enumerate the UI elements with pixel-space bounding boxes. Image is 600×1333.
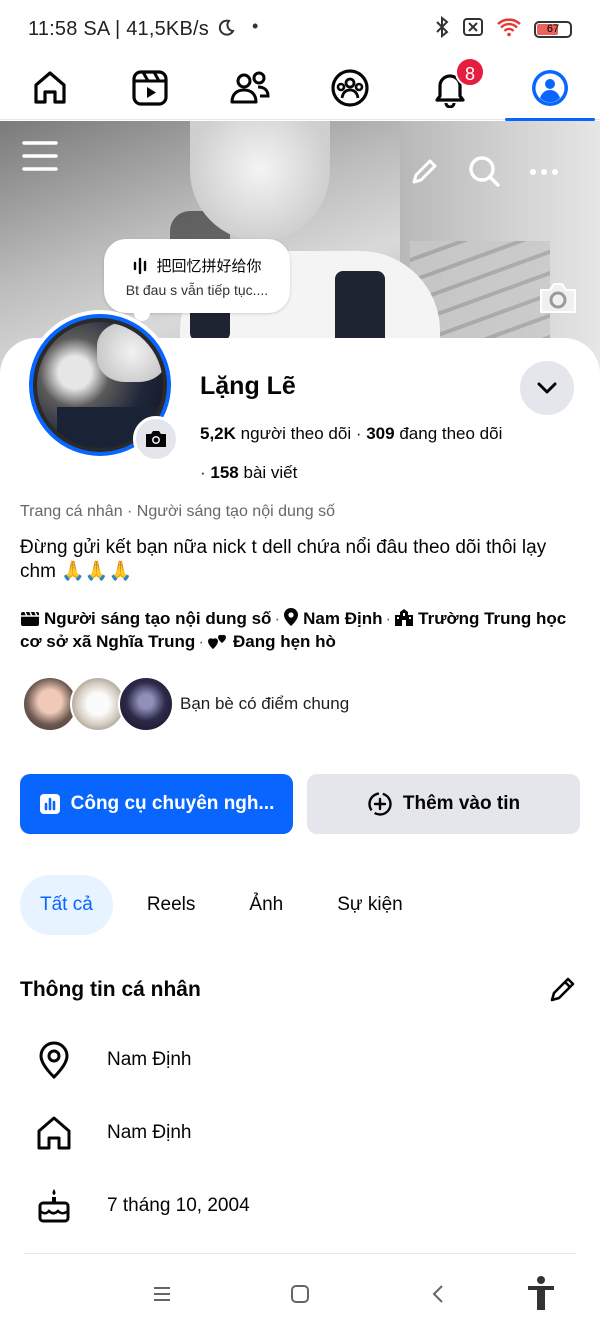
professional-tools-label: Công cụ chuyên ngh... <box>70 793 275 814</box>
avatar-camera-button[interactable] <box>133 416 179 462</box>
tab-events[interactable]: Sự kiện <box>317 875 423 935</box>
friends-icon <box>230 71 270 104</box>
detail-location: Nam Định <box>303 609 383 628</box>
camera-icon <box>146 431 166 447</box>
sim-off-icon <box>462 17 484 42</box>
tab-all[interactable]: Tất cả <box>20 875 113 935</box>
cover-camera-icon[interactable] <box>534 278 582 318</box>
more-options-icon[interactable] <box>526 160 562 184</box>
note-subtitle: Bt đau s vẫn tiếp tục.... <box>125 282 269 298</box>
add-circle-icon <box>368 792 392 816</box>
back-icon[interactable] <box>418 1276 458 1312</box>
note-title: 把回忆拼好给你 <box>156 257 262 275</box>
following-count[interactable]: 309 <box>366 424 394 443</box>
battery-icon: 67 <box>534 21 572 38</box>
groups-icon <box>331 69 369 107</box>
posts-count: 158 <box>210 463 239 482</box>
hometown-value: Nam Định <box>107 1122 192 1143</box>
tab-photos[interactable]: Ảnh <box>229 875 303 935</box>
location-pin-icon <box>39 1041 69 1079</box>
location-pin-icon <box>284 608 299 626</box>
content-filter-tabs: Tất cả Reels Ảnh Sự kiện <box>20 875 437 935</box>
school-icon <box>395 609 414 626</box>
status-dot: • <box>252 16 259 36</box>
hearts-icon <box>208 634 226 649</box>
menu-icon[interactable] <box>20 136 60 176</box>
professional-tools-button[interactable]: Công cụ chuyên ngh... <box>20 774 293 834</box>
detail-creator: Người sáng tạo nội dung số <box>44 609 272 628</box>
moon-icon <box>216 18 236 43</box>
info-row-hometown: Nam Định <box>34 1111 574 1155</box>
profile-dropdown-button[interactable] <box>520 361 574 415</box>
search-icon[interactable] <box>465 152 503 190</box>
mutual-friend-avatar <box>118 676 174 732</box>
mutual-friends-label: Bạn bè có điểm chung <box>180 694 350 713</box>
reels-icon <box>132 70 168 106</box>
clapperboard-icon <box>21 611 39 626</box>
add-to-story-label: Thêm vào tin <box>402 793 521 814</box>
status-time: 11:58 SA | 41,5KB/s <box>28 18 209 40</box>
current-city-value: Nam Định <box>107 1049 192 1070</box>
profile-category: Trang cá nhân · Người sáng tạo nội dung … <box>20 503 336 520</box>
chevron-down-icon <box>537 382 557 394</box>
recent-apps-icon[interactable] <box>142 1276 182 1312</box>
tab-profile[interactable] <box>500 56 600 121</box>
tab-home[interactable] <box>0 56 100 120</box>
edit-pencil-icon[interactable] <box>406 154 442 190</box>
top-nav: 8 <box>0 56 600 121</box>
info-row-current-city: Nam Định <box>34 1038 574 1082</box>
system-navigation-bar <box>0 1254 600 1333</box>
profile-details: Người sáng tạo nội dung số · Nam Định · Trườ… <box>20 608 567 651</box>
personal-info-title: Thông tin cá nhân <box>20 978 201 1001</box>
follow-stats: 5,2K người theo dõi · 309 đang theo dõi <box>200 424 503 443</box>
tab-notifications[interactable]: 8 <box>400 56 500 120</box>
profile-bio: Đừng gửi kết bạn nữa nick t dell chứa nổ… <box>20 537 547 582</box>
bar-chart-icon <box>39 794 60 814</box>
birthday-value: 7 tháng 10, 2004 <box>107 1195 250 1216</box>
tab-reels[interactable] <box>100 56 200 120</box>
profile-name: Lặng Lẽ <box>200 372 296 400</box>
tab-friends[interactable] <box>200 56 300 120</box>
wifi-icon <box>496 17 522 42</box>
tab-reels[interactable]: Reels <box>127 875 216 935</box>
bluetooth-icon <box>434 15 450 43</box>
posts-label: bài viết <box>243 463 298 482</box>
followers-label[interactable]: người theo dõi <box>241 424 351 443</box>
birthday-cake-icon <box>38 1189 70 1223</box>
following-label[interactable]: đang theo dõi <box>399 424 502 443</box>
status-bar: 11:58 SA | 41,5KB/s • 67 <box>0 0 600 56</box>
profile-note[interactable]: 把回忆拼好给你 Bt đau s vẫn tiếp tục.... <box>104 239 290 321</box>
accessibility-icon[interactable] <box>520 1272 562 1314</box>
home-icon <box>34 71 66 104</box>
followers-count[interactable]: 5,2K <box>200 424 236 443</box>
info-row-birthday: 7 tháng 10, 2004 <box>34 1184 574 1228</box>
profile-icon <box>532 70 568 106</box>
tab-groups[interactable] <box>300 56 400 120</box>
add-to-story-button[interactable]: Thêm vào tin <box>307 774 580 834</box>
home-button-icon[interactable] <box>280 1276 320 1312</box>
notifications-badge: 8 <box>455 57 485 87</box>
detail-relationship: Đang hẹn hò <box>233 632 336 651</box>
mutual-friends[interactable]: Bạn bè có điểm chung <box>22 676 349 732</box>
house-icon <box>37 1116 71 1150</box>
audio-bars-icon <box>134 257 147 274</box>
edit-details-icon[interactable] <box>546 974 578 1011</box>
post-stats: · 158 bài viết <box>200 463 298 482</box>
